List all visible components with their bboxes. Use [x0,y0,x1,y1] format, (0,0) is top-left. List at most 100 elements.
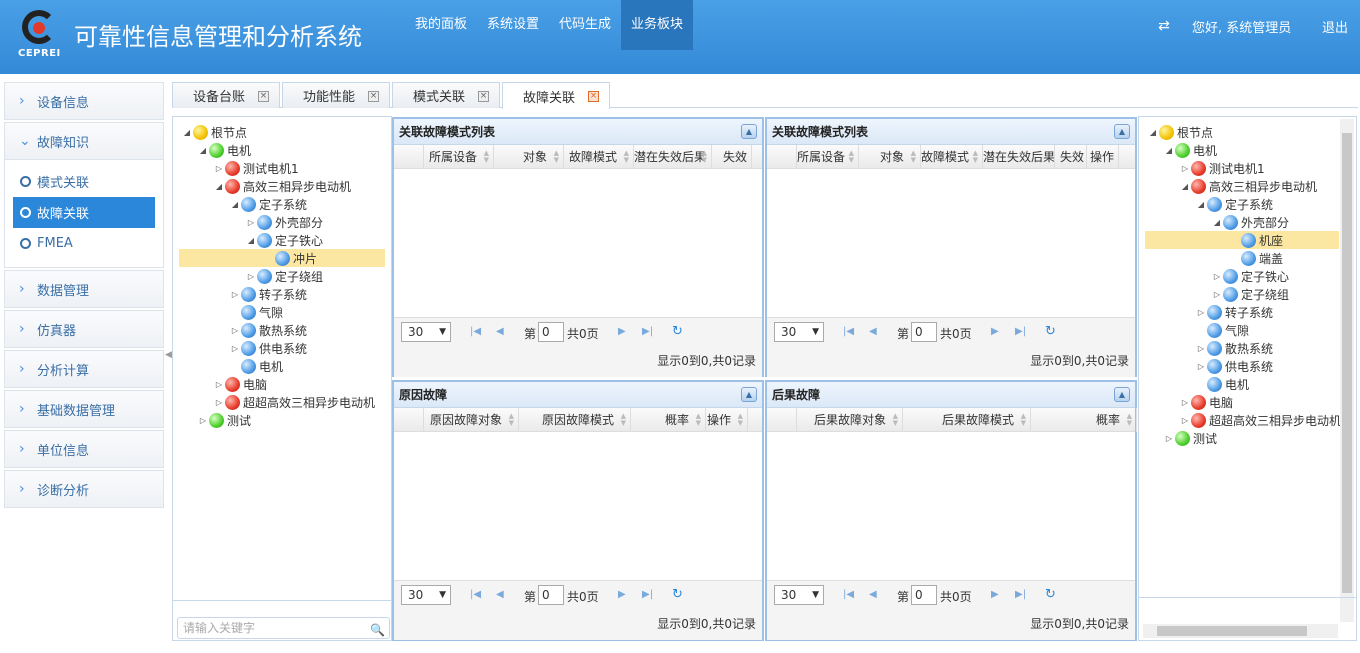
search-icon[interactable]: 🔍 [370,620,385,640]
tree-node[interactable]: ▷ 供电系统 [229,339,307,357]
caret-right-icon[interactable]: ▷ [1211,290,1223,299]
tree-node[interactable]: ▷ 测试电机1 [1179,159,1265,177]
caret-right-icon[interactable]: ▷ [197,416,209,425]
caret-down-icon[interactable]: ◢ [245,236,257,245]
nav-my-panel[interactable]: 我的面板 [405,0,477,50]
next-page-icon[interactable]: ▶ [991,326,999,337]
column-header[interactable]: 概率 ▲ ▼ [631,408,706,432]
nav-code-gen[interactable]: 代码生成 [549,0,621,50]
column-header[interactable]: 失效 [1055,145,1087,169]
tab-mode-association[interactable]: 模式关联 × [392,82,500,108]
tree-node[interactable]: ▷ 超超高效三相异步电动机 [1179,411,1341,429]
first-page-icon[interactable]: |◀ [843,326,854,337]
caret-down-icon[interactable]: ◢ [181,128,193,137]
caret-right-icon[interactable]: ▷ [245,218,257,227]
sidebar-link-mode-association[interactable]: 模式关联 [13,166,155,197]
scrollbar-thumb[interactable] [1157,626,1307,636]
caret-right-icon[interactable]: ▷ [1195,308,1207,317]
next-page-icon[interactable]: ▶ [991,589,999,600]
tree-node-selected[interactable]: 机座 [1145,231,1339,249]
refresh-icon[interactable]: ⇄ [1156,18,1172,34]
tree-node[interactable]: ◢ 定子系统 [229,195,307,213]
column-header[interactable]: 对象 ▲ ▼ [859,145,921,169]
tree-node[interactable]: ▷ 外壳部分 [245,213,323,231]
sidebar-collapse-handle[interactable]: ◀ [165,350,172,360]
vertical-scrollbar[interactable] [1340,119,1354,622]
caret-down-icon[interactable]: ◢ [1179,182,1191,191]
tree-node[interactable]: ▷ 转子系统 [229,285,307,303]
column-header[interactable]: 原因故障对象 ▲ ▼ [424,408,519,432]
column-header[interactable]: 原因故障模式 ▲ ▼ [519,408,631,432]
tree-node[interactable]: ▷ 电脑 [1179,393,1233,411]
tree-node[interactable]: ◢ 电机 [1163,141,1217,159]
sidebar-item-simulator[interactable]: › 仿真器 [4,310,164,348]
caret-down-icon[interactable]: ◢ [213,182,225,191]
tree-node[interactable]: ▷ 超超高效三相异步电动机 [213,393,375,411]
caret-down-icon[interactable]: ◢ [1147,128,1159,137]
scrollbar-thumb[interactable] [1342,133,1352,593]
prev-page-icon[interactable]: ◀ [869,326,877,337]
last-page-icon[interactable]: ▶| [642,326,653,337]
page-number-input[interactable]: 0 [911,585,937,605]
sort-icon[interactable]: ▲ ▼ [484,150,489,164]
sort-icon[interactable]: ▲ ▼ [849,150,854,164]
tree-node[interactable]: 气隙 [1207,321,1249,339]
tree-node[interactable]: ▷ 定子绕组 [245,267,323,285]
reload-icon[interactable]: ↻ [672,324,683,339]
tree-node[interactable]: ▷ 定子铁心 [1211,267,1289,285]
sidebar-item-fault-knowledge[interactable]: ⌄ 故障知识 [4,122,164,160]
tree-node[interactable]: ▷ 测试 [1163,429,1217,447]
caret-down-icon[interactable]: ◢ [229,200,241,209]
caret-right-icon[interactable]: ▷ [213,380,225,389]
first-page-icon[interactable]: |◀ [843,589,854,600]
collapse-icon[interactable]: ▲ [741,387,757,402]
tree-node[interactable]: ◢ 定子铁心 [245,231,323,249]
caret-right-icon[interactable]: ▷ [1195,362,1207,371]
sort-icon[interactable]: ▲ ▼ [911,150,916,164]
column-header[interactable]: 失效 [712,145,752,169]
page-size-select[interactable]: 30 ▼ [774,322,824,342]
horizontal-scrollbar[interactable] [1143,624,1338,638]
next-page-icon[interactable]: ▶ [618,326,626,337]
sort-icon[interactable]: ▲ ▼ [893,413,898,427]
logout-link[interactable]: 退出 [1322,17,1348,36]
tree-node[interactable]: 端盖 [1241,249,1283,267]
prev-page-icon[interactable]: ◀ [496,326,504,337]
sort-icon[interactable]: ▲ ▼ [1127,413,1132,427]
sort-icon[interactable]: ▲ ▼ [738,413,743,427]
tree-node[interactable]: ◢ 根节点 [1147,123,1213,141]
tree-node[interactable]: ▷ 散热系统 [1195,339,1273,357]
caret-down-icon[interactable]: ◢ [1163,146,1175,155]
caret-right-icon[interactable]: ▷ [1179,398,1191,407]
first-page-icon[interactable]: |◀ [470,326,481,337]
caret-down-icon[interactable]: ◢ [197,146,209,155]
sidebar-item-analysis[interactable]: › 分析计算 [4,350,164,388]
prev-page-icon[interactable]: ◀ [869,589,877,600]
tree-node[interactable]: 电机 [241,357,283,375]
column-header[interactable]: 故障模式 ▲ ▼ [921,145,983,169]
sidebar-link-fault-association[interactable]: 故障关联 [13,197,155,228]
caret-down-icon[interactable]: ◢ [1211,218,1223,227]
column-header[interactable]: 所属设备 ▲ ▼ [797,145,859,169]
reload-icon[interactable]: ↻ [1045,324,1056,339]
collapse-icon[interactable]: ▲ [741,124,757,139]
column-header[interactable]: 操作 [1087,145,1119,169]
tree-node[interactable]: ◢ 定子系统 [1195,195,1273,213]
close-icon[interactable]: × [478,91,489,102]
caret-right-icon[interactable]: ▷ [229,326,241,335]
tab-fault-association[interactable]: 故障关联 × [502,82,610,109]
reload-icon[interactable]: ↻ [672,587,683,602]
caret-right-icon[interactable]: ▷ [229,290,241,299]
sort-icon[interactable]: ▲ ▼ [973,150,978,164]
page-number-input[interactable]: 0 [911,322,937,342]
tree-node[interactable]: ▷ 定子绕组 [1211,285,1289,303]
column-header[interactable]: 后果故障对象 ▲ ▼ [797,408,903,432]
reload-icon[interactable]: ↻ [1045,587,1056,602]
tree-node[interactable]: ◢ 高效三相异步电动机 [1179,177,1317,195]
tree-node[interactable]: ▷ 测试 [197,411,251,429]
page-size-select[interactable]: 30 ▼ [401,585,451,605]
sidebar-item-unit-info[interactable]: › 单位信息 [4,430,164,468]
column-header[interactable]: 故障模式 ▲ ▼ [564,145,634,169]
column-header[interactable]: 潜在失效后果 [983,145,1055,169]
tab-function-performance[interactable]: 功能性能 × [282,82,390,108]
